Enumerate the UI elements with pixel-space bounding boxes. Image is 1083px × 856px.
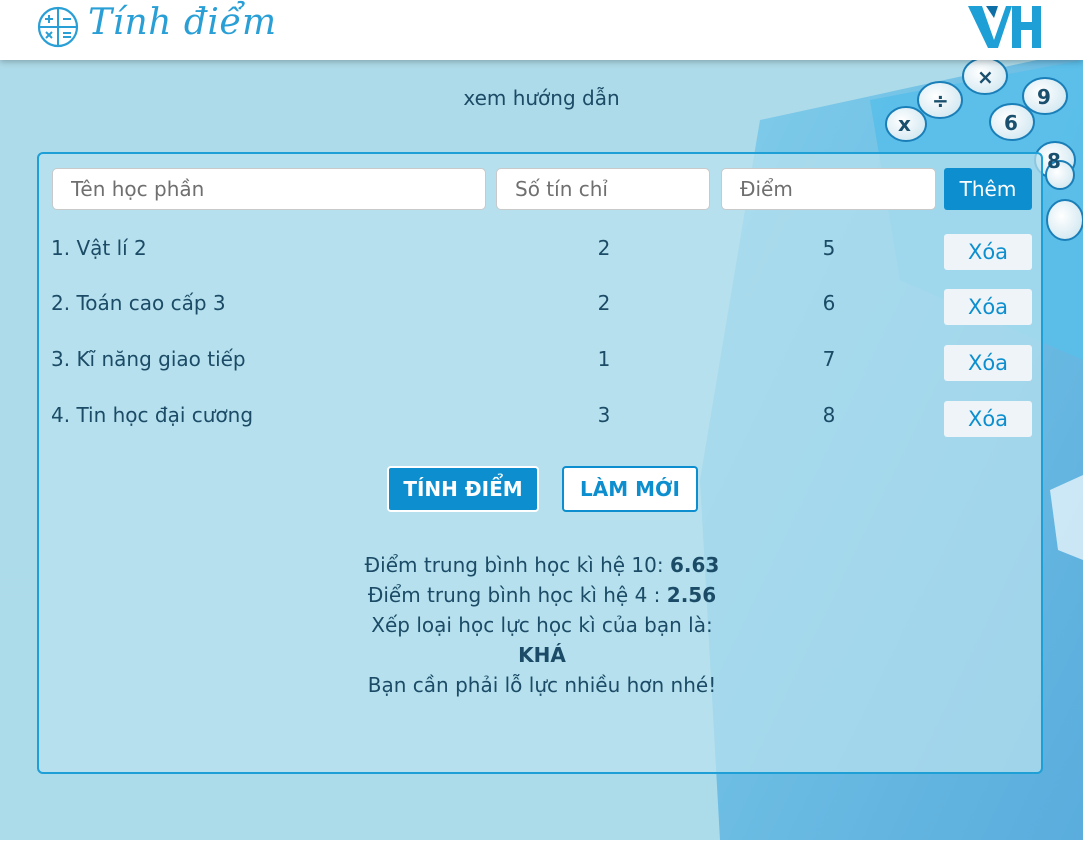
course-name: 2. Toán cao cấp 3 — [51, 291, 226, 315]
course-grade: 8 — [822, 403, 836, 427]
vh-logo[interactable] — [966, 2, 1046, 50]
course-row: 2. Toán cao cấp 3 2 6 Xóa — [39, 289, 1045, 325]
course-credits: 1 — [597, 347, 611, 371]
course-name: 1. Vật lí 2 — [51, 236, 147, 260]
delete-button[interactable]: Xóa — [944, 401, 1032, 437]
course-name: 4. Tin học đại cương — [51, 403, 254, 427]
grade-calculator-panel: Thêm 1. Vật lí 2 2 5 Xóa 2. Toán cao cấp… — [37, 152, 1043, 774]
calculate-button[interactable]: TÍNH ĐIỂM — [387, 466, 539, 512]
gpa10-value: 6.63 — [669, 553, 720, 577]
course-name-input[interactable] — [52, 168, 486, 210]
gpa4-label: Điểm trung bình học kì hệ 4 : — [367, 583, 661, 607]
svg-text:8: 8 — [1047, 149, 1061, 173]
course-grade: 6 — [822, 291, 836, 315]
guide-link[interactable]: xem hướng dẫn — [0, 86, 1083, 110]
course-grade: 5 — [822, 236, 836, 260]
course-row: 3. Kĩ năng giao tiếp 1 7 Xóa — [39, 345, 1045, 381]
course-credits: 3 — [597, 403, 611, 427]
gpa10-label: Điểm trung bình học kì hệ 10: — [364, 553, 664, 577]
delete-button[interactable]: Xóa — [944, 289, 1032, 325]
rank-value: KHÁ — [518, 643, 566, 667]
course-name: 3. Kĩ năng giao tiếp — [51, 347, 246, 371]
credits-input[interactable] — [496, 168, 710, 210]
result-message: Bạn cần phải lỗ lực nhiều hơn nhé! — [367, 673, 717, 697]
course-grade: 7 — [822, 347, 836, 371]
add-button[interactable]: Thêm — [944, 168, 1032, 210]
app-header: Tính điểm — [0, 0, 1083, 60]
gpa4-value: 2.56 — [666, 583, 717, 607]
svg-text:x: x — [898, 112, 911, 136]
page-footer — [0, 840, 1083, 856]
calculator-icon — [37, 6, 79, 48]
svg-text:6: 6 — [1004, 111, 1018, 135]
delete-button[interactable]: Xóa — [944, 234, 1032, 270]
course-credits: 2 — [597, 236, 611, 260]
rank-label: Xếp loại học lực học kì của bạn là: — [371, 613, 713, 637]
app-title: Tính điểm — [88, 2, 277, 43]
delete-button[interactable]: Xóa — [944, 345, 1032, 381]
reset-button[interactable]: LÀM MỚI — [562, 466, 698, 512]
result-summary: Điểm trung bình học kì hệ 10: 6.63 Điểm … — [39, 550, 1045, 700]
course-credits: 2 — [597, 291, 611, 315]
grade-input[interactable] — [721, 168, 936, 210]
gpa4-line: Điểm trung bình học kì hệ 4 : 2.56 — [39, 580, 1045, 610]
course-row: 1. Vật lí 2 2 5 Xóa — [39, 234, 1045, 270]
course-row: 4. Tin học đại cương 3 8 Xóa — [39, 401, 1045, 437]
gpa10-line: Điểm trung bình học kì hệ 10: 6.63 — [39, 550, 1045, 580]
